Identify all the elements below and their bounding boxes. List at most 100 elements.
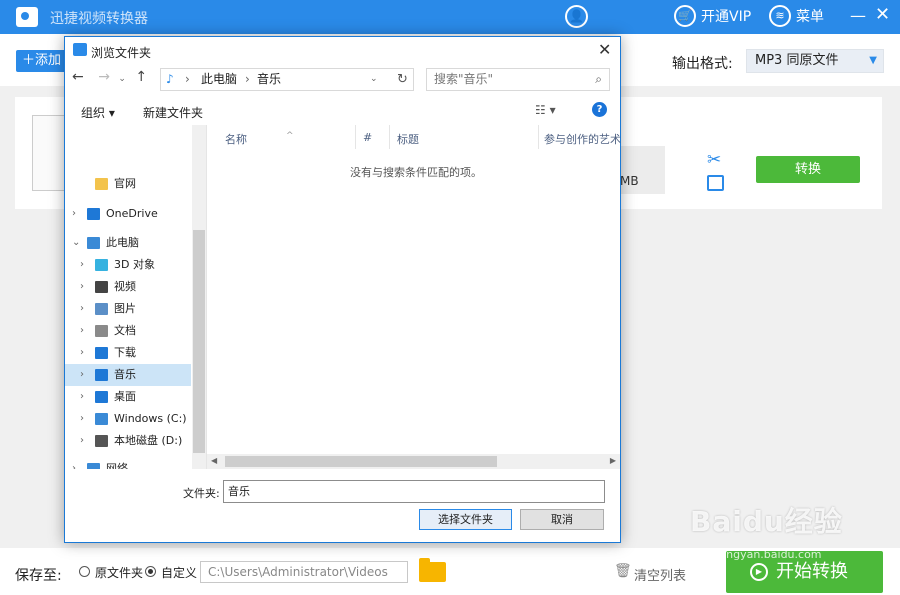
tree-item[interactable]: › 3D 对象 bbox=[65, 254, 191, 276]
tree-item[interactable]: › 音乐 bbox=[65, 364, 191, 386]
radio-custom-folder[interactable] bbox=[145, 566, 156, 577]
play-icon: ▶ bbox=[750, 563, 768, 581]
chevron-right-icon[interactable]: › bbox=[72, 458, 76, 469]
cancel-button[interactable]: 取消 bbox=[520, 509, 604, 530]
search-icon: ⌕ bbox=[595, 72, 602, 86]
add-file-button[interactable]: ＋添加 bbox=[16, 50, 68, 72]
navigation-tree: 官网 › OneDrive ⌄ 此电脑 › 3D 对象 › 视频 › 图片 › 文档 › 下载 › 音乐 › 桌面 ›… bbox=[65, 125, 205, 469]
tree-item-label: 图片 bbox=[114, 302, 136, 315]
breadcrumb-separator-icon: › bbox=[245, 72, 250, 86]
file-list-scrollbar-thumb[interactable] bbox=[225, 456, 497, 467]
address-bar[interactable]: ♪ › 此电脑 › 音乐 ⌄ ↻ bbox=[160, 68, 414, 91]
view-options-icon[interactable]: ☷ ▾ bbox=[535, 103, 556, 117]
tree-item-label: 此电脑 bbox=[106, 236, 139, 249]
output-format-value: MP3 同原文件 bbox=[755, 53, 839, 68]
tree-item[interactable]: › 网络 bbox=[65, 458, 191, 469]
help-icon[interactable]: ? bbox=[592, 102, 607, 117]
chevron-right-icon[interactable]: › bbox=[80, 276, 84, 298]
back-arrow-icon[interactable]: ← bbox=[72, 69, 84, 85]
search-input[interactable]: 搜索"音乐" ⌕ bbox=[426, 68, 610, 91]
tree-item[interactable]: 官网 bbox=[65, 173, 191, 195]
file-size: MB bbox=[620, 174, 639, 188]
refresh-icon[interactable]: ↻ bbox=[397, 69, 408, 90]
column-number[interactable]: # bbox=[363, 131, 372, 144]
tree-scrollbar-thumb[interactable] bbox=[193, 230, 205, 453]
edit-icon[interactable] bbox=[707, 175, 724, 191]
tree-item-label: 本地磁盘 (D:) bbox=[114, 434, 183, 447]
minimize-button[interactable]: — bbox=[850, 6, 866, 25]
tree-item[interactable]: › 本地磁盘 (D:) bbox=[65, 430, 191, 452]
clear-list-button[interactable]: 清空列表 bbox=[634, 565, 686, 584]
forward-arrow-icon[interactable]: → bbox=[98, 69, 110, 85]
scissors-icon[interactable]: ✂ bbox=[707, 150, 721, 170]
breadcrumb-separator-icon: › bbox=[185, 72, 190, 86]
tree-item[interactable]: › 下载 bbox=[65, 342, 191, 364]
drive-c-icon bbox=[95, 413, 108, 425]
column-divider[interactable] bbox=[538, 125, 539, 149]
output-format-label: 输出格式: bbox=[672, 56, 733, 72]
menu-button[interactable]: ≋ 菜单 bbox=[769, 5, 824, 27]
chevron-right-icon[interactable]: › bbox=[80, 320, 84, 342]
trash-icon[interactable]: 🗑 bbox=[614, 563, 632, 579]
breadcrumb-this-pc[interactable]: 此电脑 bbox=[201, 69, 237, 90]
pane-divider[interactable] bbox=[206, 125, 207, 469]
column-artist[interactable]: 参与创作的艺术 bbox=[544, 131, 621, 147]
folder-icon bbox=[95, 178, 108, 190]
column-name[interactable]: 名称 bbox=[225, 131, 247, 147]
tree-item-label: OneDrive bbox=[106, 207, 158, 220]
desktop-icon bbox=[95, 391, 108, 403]
up-arrow-icon[interactable]: ↑ bbox=[135, 69, 147, 85]
chevron-right-icon[interactable]: › bbox=[80, 298, 84, 320]
breadcrumb-music[interactable]: 音乐 bbox=[257, 69, 281, 90]
chevron-right-icon[interactable]: › bbox=[80, 364, 84, 386]
recent-locations-icon[interactable]: ⌄ bbox=[118, 74, 126, 84]
folder-icon[interactable] bbox=[419, 558, 446, 582]
dialog-close-button[interactable]: ✕ bbox=[598, 40, 611, 59]
output-format-select[interactable]: MP3 同原文件 ▼ bbox=[746, 49, 884, 73]
chevron-right-icon[interactable]: › bbox=[80, 342, 84, 364]
tree-scrollbar[interactable] bbox=[192, 125, 206, 469]
app-logo bbox=[16, 7, 38, 27]
tree-item[interactable]: ⌄ 此电脑 bbox=[65, 232, 191, 254]
scroll-left-icon[interactable]: ◀ bbox=[211, 456, 217, 465]
tree-item-label: 网络 bbox=[106, 462, 128, 469]
chevron-down-icon[interactable]: ⌄ bbox=[72, 232, 80, 254]
chevron-right-icon[interactable]: › bbox=[72, 203, 76, 225]
tree-item[interactable]: › OneDrive bbox=[65, 203, 191, 225]
tree-item[interactable]: › 桌面 bbox=[65, 386, 191, 408]
pictures-icon bbox=[95, 303, 108, 315]
music-note-icon: ♪ bbox=[166, 72, 174, 86]
convert-button[interactable]: 转换 bbox=[756, 156, 860, 183]
select-folder-button[interactable]: 选择文件夹 bbox=[419, 509, 512, 530]
chevron-right-icon[interactable]: › bbox=[80, 386, 84, 408]
column-divider[interactable] bbox=[389, 125, 390, 149]
tree-item-label: 官网 bbox=[114, 177, 136, 190]
tree-item[interactable]: › 文档 bbox=[65, 320, 191, 342]
new-folder-button[interactable]: 新建文件夹 bbox=[143, 104, 203, 121]
vip-button[interactable]: 🛒 开通VIP bbox=[674, 5, 751, 27]
tree-item[interactable]: › 图片 bbox=[65, 298, 191, 320]
chevron-right-icon[interactable]: › bbox=[80, 254, 84, 276]
column-divider[interactable] bbox=[355, 125, 356, 149]
tree-item[interactable]: › Windows (C:) bbox=[65, 408, 191, 430]
column-title[interactable]: 标题 bbox=[397, 131, 419, 147]
user-avatar-button[interactable]: 👤 bbox=[565, 5, 588, 28]
close-button[interactable]: ✕ bbox=[875, 4, 890, 25]
radio-original-folder[interactable] bbox=[79, 566, 90, 577]
radio-original-label: 原文件夹 bbox=[95, 566, 144, 580]
organize-menu[interactable]: 组织 ▾ bbox=[81, 104, 115, 121]
save-path-input[interactable]: C:\Users\Administrator\Videos bbox=[200, 561, 408, 583]
add-label: 添加 bbox=[35, 53, 62, 68]
save-to-label: 保存至: bbox=[15, 568, 62, 584]
address-dropdown-icon[interactable]: ⌄ bbox=[370, 69, 378, 90]
folder-name-input[interactable]: 音乐 bbox=[223, 480, 605, 503]
cube-icon bbox=[95, 259, 108, 271]
drive-d-icon bbox=[95, 435, 108, 447]
chevron-right-icon[interactable]: › bbox=[80, 408, 84, 430]
scroll-right-icon[interactable]: ▶ bbox=[610, 456, 616, 465]
tree-item-label: 文档 bbox=[114, 324, 136, 337]
chevron-right-icon[interactable]: › bbox=[80, 430, 84, 452]
file-list-scrollbar[interactable]: ◀ ▶ bbox=[207, 454, 620, 469]
tree-item[interactable]: › 视频 bbox=[65, 276, 191, 298]
empty-message: 没有与搜索条件匹配的项。 bbox=[350, 166, 482, 179]
